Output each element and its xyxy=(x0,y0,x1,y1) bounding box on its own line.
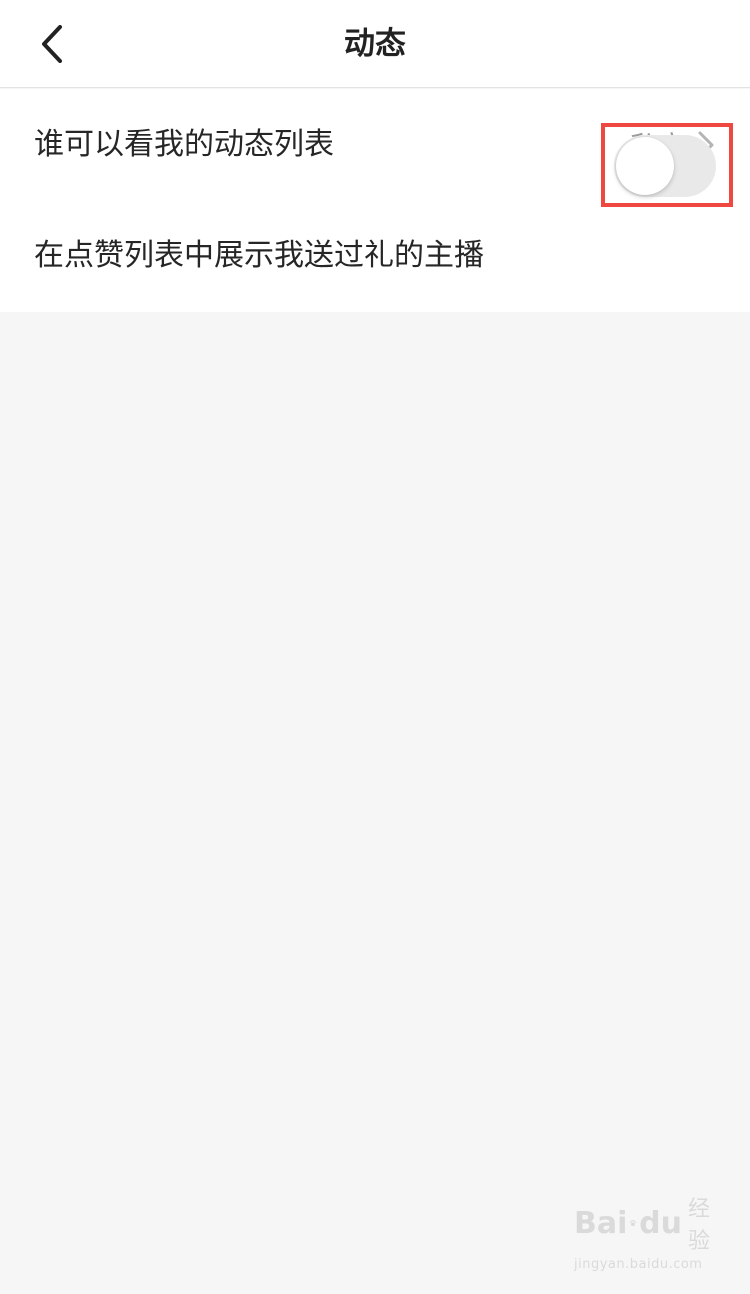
paw-icon xyxy=(630,1219,637,1227)
show-gifted-anchors-row: 在点赞列表中展示我送过礼的主播 xyxy=(0,200,750,311)
watermark-url: jingyan.baidu.com xyxy=(574,1257,703,1272)
show-gifted-anchors-label: 在点赞列表中展示我送过礼的主播 xyxy=(34,238,484,273)
page-title: 动态 xyxy=(344,26,406,62)
watermark-logo: Bai du 经验 xyxy=(574,1191,710,1255)
who-can-see-label: 谁可以看我的动态列表 xyxy=(34,127,334,162)
nav-bar: 动态 xyxy=(0,0,750,88)
watermark-brand-right: du xyxy=(639,1205,682,1241)
baidu-watermark: Bai du 经验 jingyan.baidu.com xyxy=(574,1191,710,1272)
watermark-brand-cn: 经验 xyxy=(687,1197,710,1254)
watermark-brand-left: Bai xyxy=(574,1205,628,1241)
highlight-box xyxy=(601,123,733,207)
